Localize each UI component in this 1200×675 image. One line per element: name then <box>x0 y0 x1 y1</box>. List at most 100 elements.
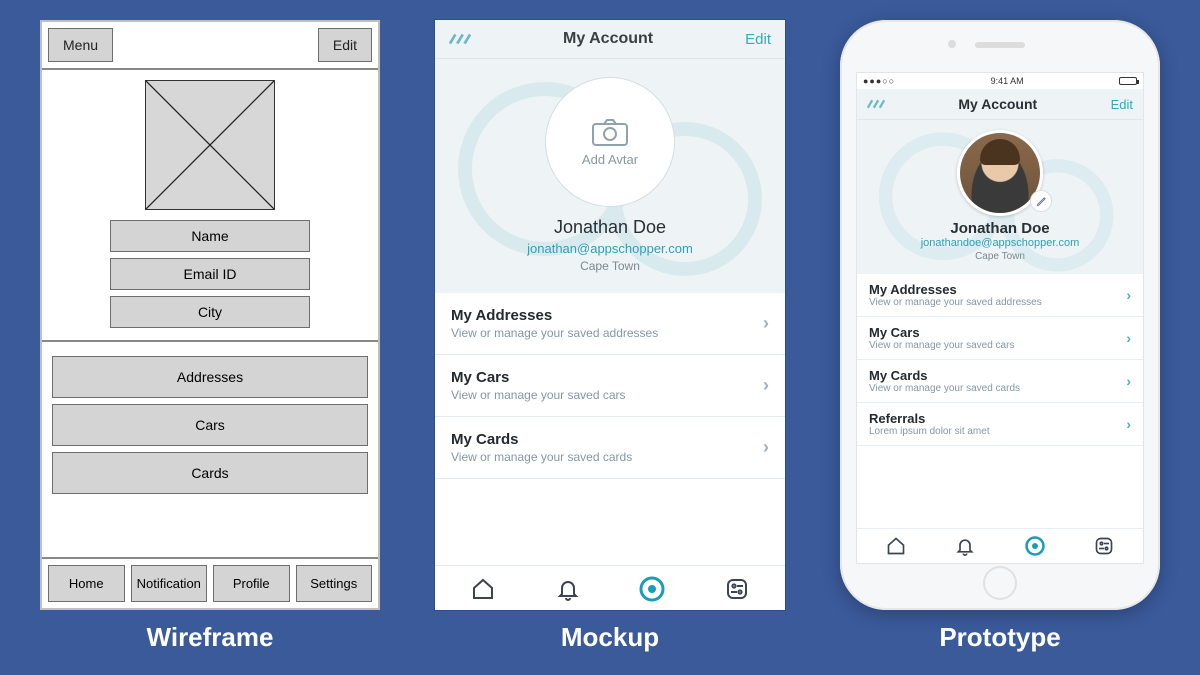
mockup-tabbar <box>435 565 785 610</box>
mockup-column: My Account Edit Add Avtar Jonathan Doe j… <box>435 20 785 653</box>
camera-icon <box>592 118 628 146</box>
status-bar: ●●●○○ 9:41 AM <box>857 73 1143 89</box>
wireframe-list: Addresses Cars Cards <box>42 340 378 508</box>
prototype-screen: ●●●○○ 9:41 AM My Account Edit Jonathan D… <box>856 72 1144 564</box>
addresses-row[interactable]: Addresses <box>52 356 368 398</box>
menu-button[interactable]: Menu <box>48 28 113 62</box>
list-item-referrals[interactable]: ReferralsLorem ipsum dolor sit amet› <box>857 403 1143 446</box>
edit-button[interactable]: Edit <box>318 28 372 62</box>
mockup-hero: Add Avtar Jonathan Doe jonathan@appschop… <box>435 59 785 293</box>
list-item-title: My Addresses <box>451 307 658 324</box>
list-item-title: My Cars <box>451 369 626 386</box>
page-title: My Account <box>958 96 1037 112</box>
edit-button[interactable]: Edit <box>745 31 771 48</box>
cars-row[interactable]: Cars <box>52 404 368 446</box>
list-item-subtitle: View or manage your saved cards <box>869 383 1020 394</box>
mockup-header: My Account Edit <box>435 20 785 59</box>
chevron-right-icon: › <box>763 375 769 396</box>
chevron-right-icon: › <box>763 437 769 458</box>
app-logo-icon <box>867 99 885 109</box>
add-avatar-label: Add Avtar <box>582 152 638 167</box>
user-name: Jonathan Doe <box>445 217 775 238</box>
app-logo-icon <box>449 33 471 45</box>
wireframe-panel: Menu Edit Name Email ID City Addresses C… <box>40 20 380 610</box>
battery-icon <box>1119 77 1137 85</box>
list-item-title: My Addresses <box>869 282 1042 297</box>
tab-home[interactable] <box>470 576 496 602</box>
tab-notification[interactable]: Notification <box>131 565 208 602</box>
pencil-icon <box>1036 196 1047 207</box>
mockup-list: My Addresses View or manage your saved ad… <box>435 293 785 565</box>
prototype-caption: Prototype <box>939 622 1060 653</box>
prototype-column: ●●●○○ 9:41 AM My Account Edit Jonathan D… <box>840 20 1160 653</box>
list-item-subtitle: View or manage your saved cards <box>451 450 632 464</box>
tab-home[interactable] <box>885 535 907 557</box>
wireframe-tabbar: Home Notification Profile Settings <box>42 557 378 608</box>
tab-profile[interactable] <box>1024 535 1046 557</box>
list-item-subtitle: View or manage your saved addresses <box>451 326 658 340</box>
list-item-title: My Cars <box>869 325 1014 340</box>
home-icon <box>471 577 495 601</box>
wireframe-caption: Wireframe <box>147 622 274 653</box>
phone-speaker <box>975 42 1025 48</box>
phone-front-camera <box>948 40 956 48</box>
list-item-cards[interactable]: My CardsView or manage your saved cards › <box>857 360 1143 403</box>
status-time: 9:41 AM <box>991 76 1024 86</box>
signal-indicator: ●●●○○ <box>863 76 895 86</box>
user-name: Jonathan Doe <box>865 220 1135 237</box>
list-item-title: Referrals <box>869 411 990 426</box>
list-item-cars[interactable]: My Cars View or manage your saved cars › <box>435 355 785 417</box>
edit-button[interactable]: Edit <box>1111 97 1133 112</box>
wireframe-toolbar: Menu Edit <box>42 22 378 70</box>
chevron-right-icon: › <box>763 313 769 334</box>
list-item-addresses[interactable]: My Addresses View or manage your saved ad… <box>435 293 785 355</box>
tab-settings[interactable] <box>724 576 750 602</box>
list-item-subtitle: View or manage your saved addresses <box>869 297 1042 308</box>
email-field[interactable]: Email ID <box>110 258 310 290</box>
tab-home[interactable]: Home <box>48 565 125 602</box>
settings-icon <box>725 577 749 601</box>
user-email[interactable]: jonathan@appschopper.com <box>445 241 775 256</box>
add-avatar-button[interactable]: Add Avtar <box>545 77 675 207</box>
tab-profile[interactable]: Profile <box>213 565 290 602</box>
list-item-cars[interactable]: My CarsView or manage your saved cars › <box>857 317 1143 360</box>
tab-notifications[interactable] <box>954 535 976 557</box>
list-item-subtitle: Lorem ipsum dolor sit amet <box>869 426 990 437</box>
list-item-title: My Cards <box>869 368 1020 383</box>
mockup-panel: My Account Edit Add Avtar Jonathan Doe j… <box>435 20 785 610</box>
profile-icon <box>639 576 665 602</box>
user-city: Cape Town <box>865 251 1135 262</box>
edit-avatar-button[interactable] <box>1030 190 1052 212</box>
prototype-tabbar <box>857 528 1143 563</box>
cards-row[interactable]: Cards <box>52 452 368 494</box>
list-item-title: My Cards <box>451 431 632 448</box>
wireframe-hero: Name Email ID City <box>42 70 378 340</box>
tab-notifications[interactable] <box>555 576 581 602</box>
settings-icon <box>1094 536 1114 556</box>
name-field[interactable]: Name <box>110 220 310 252</box>
prototype-header: My Account Edit <box>857 89 1143 120</box>
user-city: Cape Town <box>445 259 775 273</box>
page-title: My Account <box>563 30 653 48</box>
bell-icon <box>556 577 580 601</box>
profile-icon <box>1024 535 1046 557</box>
avatar-placeholder[interactable] <box>145 80 275 210</box>
chevron-right-icon: › <box>1126 330 1131 346</box>
list-item-cards[interactable]: My CardsView or manage your saved cards … <box>435 417 785 479</box>
bell-icon <box>955 536 975 556</box>
tab-profile[interactable] <box>639 576 665 602</box>
chevron-right-icon: › <box>1126 373 1131 389</box>
user-email[interactable]: jonathandoe@appschopper.com <box>865 237 1135 249</box>
home-icon <box>886 536 906 556</box>
tab-settings[interactable]: Settings <box>296 565 373 602</box>
tab-settings[interactable] <box>1093 535 1115 557</box>
list-item-addresses[interactable]: My AddressesView or manage your saved ad… <box>857 274 1143 317</box>
diagram-stage: Menu Edit Name Email ID City Addresses C… <box>0 0 1200 653</box>
wireframe-column: Menu Edit Name Email ID City Addresses C… <box>40 20 380 653</box>
chevron-right-icon: › <box>1126 287 1131 303</box>
list-item-subtitle: View or manage your saved cars <box>869 340 1014 351</box>
list-item-subtitle: View or manage your saved cars <box>451 388 626 402</box>
phone-home-button[interactable] <box>983 566 1017 600</box>
city-field[interactable]: City <box>110 296 310 328</box>
phone-frame: ●●●○○ 9:41 AM My Account Edit Jonathan D… <box>840 20 1160 610</box>
